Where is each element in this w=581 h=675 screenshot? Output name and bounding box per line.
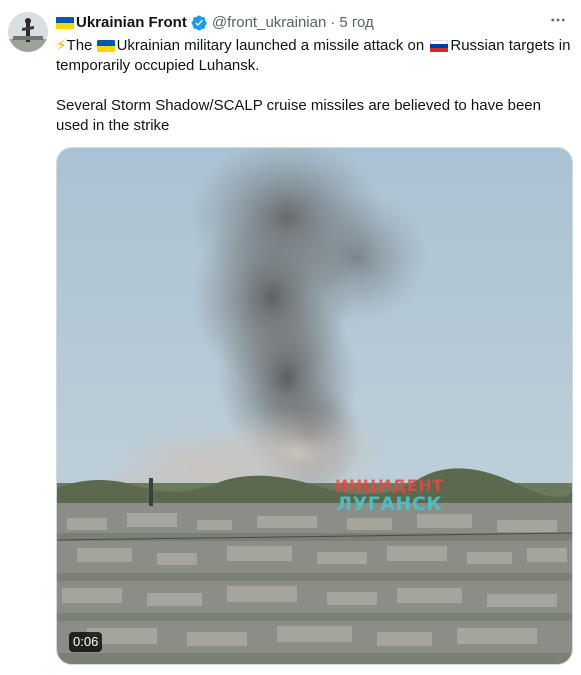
tweet-text: ⚡The Ukrainian military launched a missi… bbox=[56, 36, 576, 136]
verified-badge-icon bbox=[191, 15, 207, 31]
video-thumbnail bbox=[57, 148, 572, 664]
text-segment: Ukrainian military launched a missile at… bbox=[116, 37, 429, 54]
video-player[interactable]: ИНЦИДЕНТ ЛУГАНСК 0:06 bbox=[56, 147, 573, 665]
separator-dot: · bbox=[330, 14, 336, 31]
text-segment: The bbox=[66, 37, 97, 54]
timestamp[interactable]: 5 год bbox=[339, 13, 373, 33]
lightning-icon: ⚡ bbox=[56, 37, 67, 54]
avatar-image bbox=[8, 12, 48, 52]
tweet-header: Ukrainian Front @front_ukrainian · 5 год bbox=[56, 12, 374, 34]
avatar[interactable] bbox=[8, 12, 48, 52]
tweet-paragraph-1: ⚡The Ukrainian military launched a missi… bbox=[56, 36, 576, 76]
video-duration: 0:06 bbox=[69, 632, 103, 652]
flag-ukraine-icon bbox=[96, 40, 115, 53]
flag-ukraine-icon bbox=[56, 17, 74, 29]
more-dots bbox=[551, 18, 565, 22]
more-options-icon[interactable] bbox=[543, 10, 573, 30]
author-handle[interactable]: @front_ukrainian bbox=[212, 13, 326, 33]
author-name[interactable]: Ukrainian Front bbox=[76, 13, 187, 33]
tweet-paragraph-2: Several Storm Shadow/SCALP cruise missil… bbox=[56, 97, 541, 134]
watermark-line-2: ЛУГАНСК bbox=[336, 493, 443, 515]
video-watermark: ИНЦИДЕНТ ЛУГАНСК bbox=[335, 476, 444, 515]
tweet-card[interactable]: Ukrainian Front @front_ukrainian · 5 год… bbox=[0, 0, 581, 675]
flag-russia-icon bbox=[430, 40, 449, 53]
